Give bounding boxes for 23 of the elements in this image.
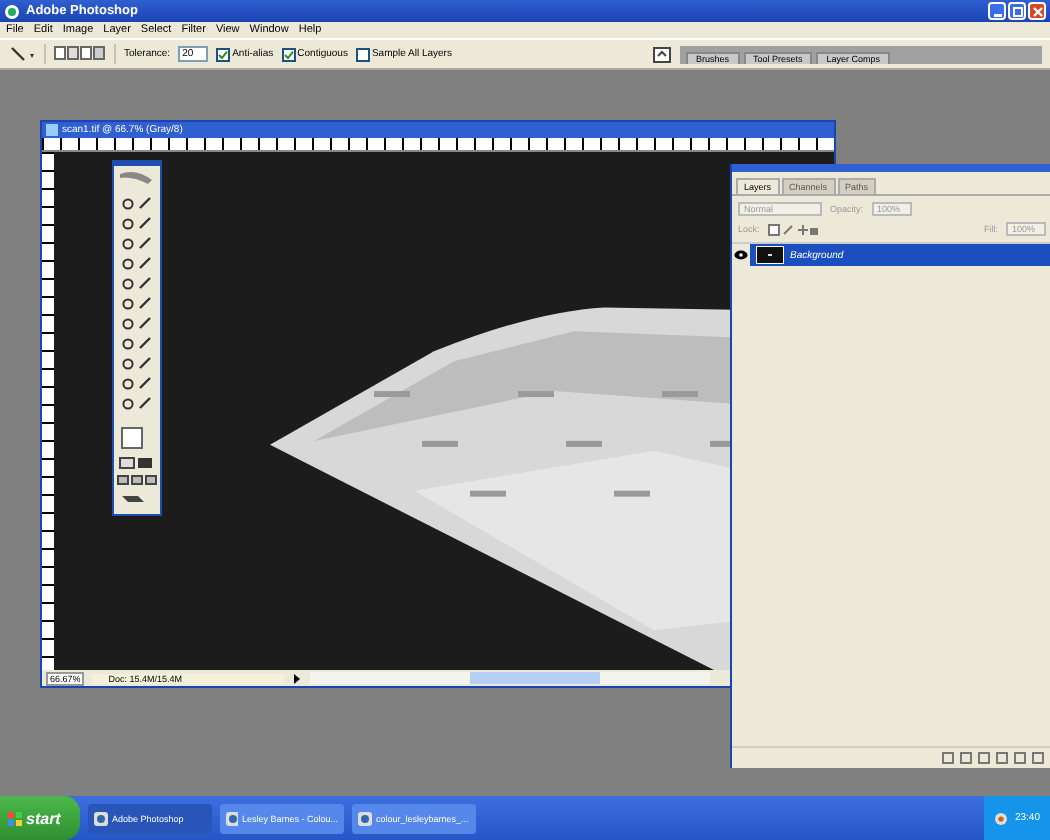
close-icon: [1031, 5, 1043, 17]
toolbox-drawing[interactable]: [112, 160, 162, 516]
app-icon: [94, 811, 108, 825]
checkbox[interactable]: [281, 47, 296, 61]
horizontal-scrollbar[interactable]: [310, 672, 711, 684]
tray-icon[interactable]: [994, 811, 1009, 825]
checkbox[interactable]: [216, 47, 231, 61]
lock-icons[interactable]: [767, 223, 820, 235]
magic-wand-icon[interactable]: [8, 45, 36, 63]
app-icon: [226, 811, 238, 825]
checkbox[interactable]: [355, 47, 370, 61]
app-icon: [4, 3, 20, 19]
windows-logo-icon: [8, 811, 22, 825]
document-icon: [46, 124, 58, 136]
maximize-button[interactable]: [1008, 2, 1026, 20]
selection-mode-icons[interactable]: [54, 46, 106, 62]
minimize-button[interactable]: [988, 2, 1006, 20]
layer-thumbnail: [756, 246, 784, 264]
app-icon: [358, 811, 372, 825]
close-button[interactable]: [1028, 2, 1046, 20]
maximize-icon: [1011, 5, 1023, 17]
arrow-icon[interactable]: [292, 673, 303, 683]
eye-icon[interactable]: [734, 250, 748, 260]
